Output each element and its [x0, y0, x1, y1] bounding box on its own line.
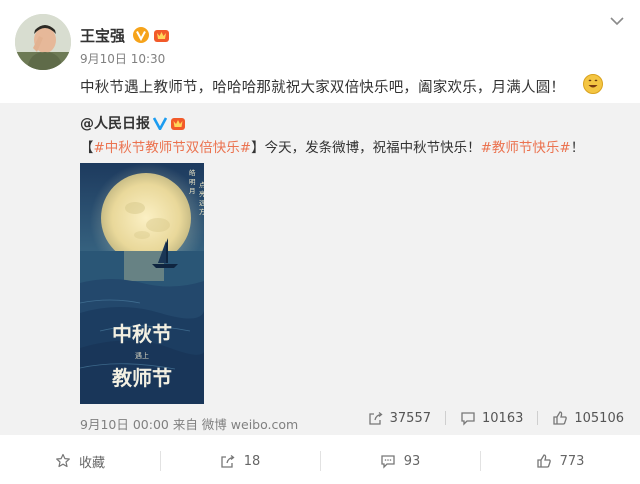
- v-verified-blue-icon: [153, 117, 167, 130]
- v-verified-icon: [133, 27, 150, 43]
- text-open: 【: [80, 140, 94, 156]
- star-icon: [56, 453, 70, 468]
- verse-char-2: 明: [189, 178, 196, 186]
- post-text: 中秋节遇上教师节，哈哈哈那就祝大家双倍快乐吧，阖家欢乐，月满人圆！: [80, 80, 566, 96]
- poster-title-top: 中秋节: [112, 322, 172, 346]
- verse-char-1: 皓: [189, 168, 196, 177]
- original-meta[interactable]: 9月10日 00:00 来自 微博 weibo.com: [80, 414, 298, 433]
- forward-count: 37557: [389, 410, 431, 426]
- forward-button[interactable]: 18: [160, 442, 320, 480]
- verse-char-7: 方: [199, 207, 204, 216]
- verse-char-5: 亮: [199, 189, 204, 198]
- poster-small-text: 遇上: [135, 351, 149, 360]
- repost-panel[interactable]: @人民日报 【#中秋节教师节双倍快乐#】今天，发条微博，祝福中秋节快乐！#教师节…: [0, 103, 640, 435]
- text-mid: 】今天，发条微博，祝福中秋节快乐！: [251, 140, 481, 156]
- favorite-label: 收藏: [78, 455, 105, 471]
- smile-emoji-icon: [583, 74, 603, 94]
- avatar-photo: [15, 14, 71, 70]
- author-name[interactable]: 王宝强: [80, 25, 125, 46]
- poster-image[interactable]: 皓 明 月 点 亮 远 方 中秋节 遇上 教师节: [80, 163, 204, 404]
- divider: [537, 411, 539, 425]
- like-button[interactable]: 773: [480, 442, 640, 480]
- stat-forward[interactable]: 37557: [368, 410, 431, 426]
- original-author[interactable]: @人民日报: [80, 113, 150, 133]
- like-icon: [536, 454, 551, 468]
- comment-icon: [381, 455, 395, 469]
- forward-icon: [368, 411, 383, 425]
- comment-count: 10163: [482, 410, 524, 426]
- chevron-down-icon[interactable]: [610, 16, 624, 26]
- verse-char-4: 点: [199, 181, 204, 189]
- stat-like[interactable]: 105106: [552, 410, 624, 426]
- comment-button[interactable]: 93: [320, 442, 480, 480]
- hashtag-link[interactable]: #教师节快乐#: [481, 140, 571, 156]
- verse-char-6: 远: [199, 199, 204, 207]
- stat-comment[interactable]: 10163: [460, 410, 523, 426]
- poster-title-bottom: 教师节: [112, 366, 172, 390]
- avatar[interactable]: [15, 14, 71, 70]
- forward-icon: [221, 454, 235, 468]
- original-stats: 37557 10163 105106: [354, 410, 624, 426]
- comment-icon: [461, 412, 475, 426]
- verse-char-3: 月: [189, 187, 196, 195]
- original-text: 【#中秋节教师节双倍快乐#】今天，发条微博，祝福中秋节快乐！#教师节快乐#！: [80, 136, 584, 156]
- post-time[interactable]: 9月10日 10:30: [80, 50, 165, 67]
- hashtag-link[interactable]: #中秋节教师节双倍快乐#: [94, 140, 252, 156]
- forward-count: 18: [243, 453, 261, 469]
- like-count: 773: [559, 453, 585, 469]
- vip-crown-icon: [171, 117, 185, 130]
- vip-crown-icon: [154, 30, 170, 42]
- text-end: ！: [570, 140, 585, 156]
- like-icon: [553, 411, 568, 425]
- comment-count: 93: [403, 453, 421, 469]
- divider: [445, 411, 446, 425]
- action-bar: 收藏 18 93 773: [0, 442, 640, 480]
- favorite-button[interactable]: 收藏: [0, 442, 160, 480]
- like-count: 105106: [574, 410, 624, 426]
